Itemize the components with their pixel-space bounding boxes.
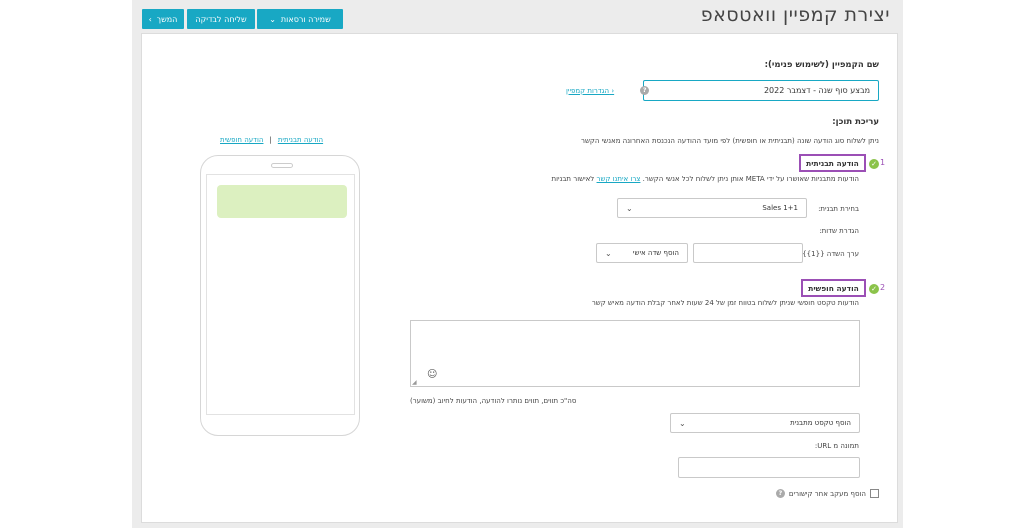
- chevron-down-icon: ⌄: [269, 14, 276, 24]
- emoji-icon[interactable]: ☺: [427, 369, 437, 380]
- contact-us-link[interactable]: צרו איתנו קשר: [597, 175, 641, 183]
- preview-tabs: הודעה חופשית | הודעה תבניתית: [220, 136, 323, 144]
- campaign-name-value: מבצע סוף שנה - דצמבר 2022: [763, 86, 870, 95]
- resize-handle-icon[interactable]: ◢: [412, 379, 417, 386]
- template-select[interactable]: Sales 1+1 ⌄: [617, 198, 807, 218]
- add-template-text-select[interactable]: הוסף טקסט מתבנית ⌄: [670, 413, 860, 433]
- next-label: המשך: [156, 14, 178, 24]
- chevron-down-icon: ⌄: [605, 248, 612, 258]
- template-message-title: הודעה תבניתית: [799, 154, 866, 172]
- tab-free-message[interactable]: הודעה חופשית: [220, 136, 263, 144]
- character-counter: סה"כ תווים, תווים נותרו להודעה, הודעות ל…: [410, 397, 577, 405]
- template-desc-suffix: לאישור תבניות: [551, 175, 595, 183]
- campaign-name-input[interactable]: מבצע סוף שנה - דצמבר 2022: [643, 80, 879, 101]
- chevron-down-icon: ⌄: [626, 203, 633, 213]
- personal-field-select[interactable]: הוסף שדה אישי ⌄: [596, 243, 688, 263]
- fields-label: הגדרת שדות:: [819, 227, 859, 235]
- campaign-settings-row: ‹ הגדרות קמפיין ?: [566, 86, 650, 95]
- field-value-input[interactable]: [693, 243, 803, 263]
- message-bubble: [217, 185, 347, 218]
- link-tracking-label[interactable]: הוסף מעקב אחר קישורים: [789, 490, 866, 498]
- step-number-2: 2: [880, 283, 886, 292]
- template-select-value: Sales 1+1: [762, 204, 798, 212]
- campaign-settings-link-text: הגדרות קמפיין: [566, 86, 610, 95]
- check-icon: ✓: [869, 284, 879, 294]
- content-heading: עריכת תוכן:: [832, 117, 879, 127]
- phone-speaker: [271, 163, 293, 168]
- free-message-description: הודעות טקסט חופשי שניתן לשלוח בטווח זמן …: [591, 299, 859, 307]
- tab-template-message[interactable]: הודעה תבניתית: [278, 136, 323, 144]
- content-description: ניתן לשלוח סוג הודעה שונה (תבניתית או חו…: [581, 137, 879, 145]
- free-message-textarea[interactable]: ☺ ◢: [410, 320, 860, 387]
- chevron-left-icon: ‹: [148, 14, 152, 24]
- page-title: יצירת קמפיין וואטסאפ: [700, 4, 890, 26]
- tab-separator: |: [269, 136, 272, 144]
- help-icon[interactable]: ?: [775, 489, 785, 498]
- image-url-label: תמונה מ URL:: [814, 442, 859, 450]
- phone-screen: [206, 174, 355, 415]
- field-value-label: ערך השדה {{1}}: [802, 250, 859, 258]
- template-desc-prefix: הודעות מתבניות שאושרו על ידי META אותן נ…: [642, 175, 859, 183]
- free-message-title: הודעה חופשית: [801, 279, 866, 297]
- campaign-settings-link[interactable]: ‹ הגדרות קמפיין: [566, 87, 614, 95]
- add-template-text-label: הוסף טקסט מתבנית: [790, 419, 851, 427]
- image-url-input[interactable]: [678, 457, 860, 478]
- link-tracking-row: הוסף מעקב אחר קישורים ?: [775, 489, 879, 498]
- chevron-down-icon: ⌄: [679, 418, 686, 428]
- phone-preview: [200, 155, 360, 436]
- send-test-button[interactable]: שליחה לבדיקה: [187, 9, 255, 29]
- campaign-name-label: שם הקמפיין (לשימוש פנימי):: [764, 60, 879, 70]
- template-message-description: הודעות מתבניות שאושרו על ידי META אותן נ…: [552, 175, 860, 183]
- help-icon[interactable]: ?: [640, 86, 650, 95]
- step-number-1: 1: [880, 158, 886, 167]
- template-select-label: בחירת תבנית:: [818, 205, 859, 213]
- save-versions-button[interactable]: ⌄ שמירה ורסאות: [257, 9, 343, 29]
- personal-field-label: הוסף שדה אישי: [632, 249, 679, 257]
- check-icon: ✓: [869, 159, 879, 169]
- save-versions-label: שמירה ורסאות: [280, 14, 331, 24]
- link-tracking-checkbox[interactable]: [870, 489, 879, 498]
- next-button[interactable]: ‹ המשך: [142, 9, 184, 29]
